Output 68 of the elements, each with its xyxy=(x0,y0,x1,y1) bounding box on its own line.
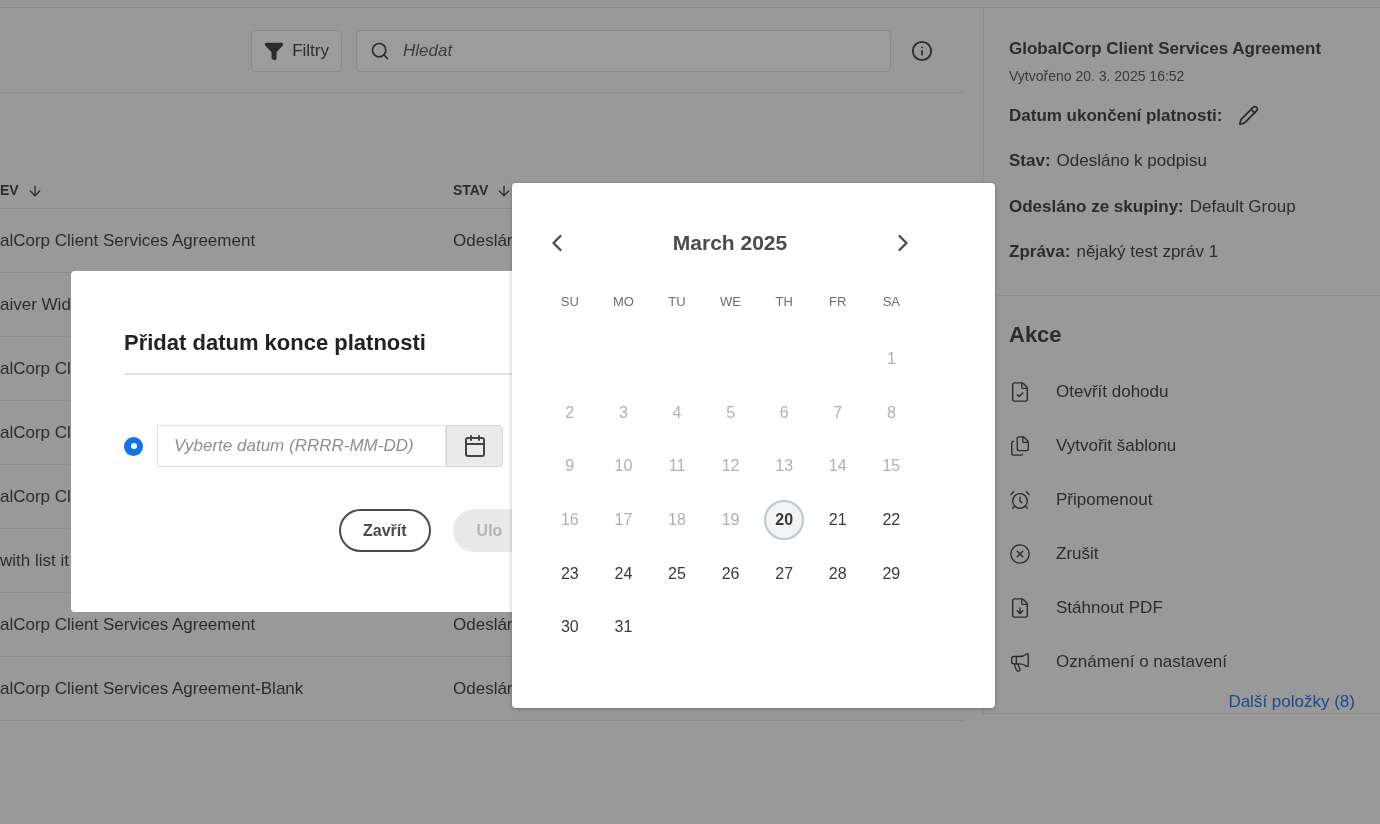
weekday-label: SU xyxy=(560,292,579,311)
field-value: Odesláno k podpisu xyxy=(1056,150,1207,172)
info-icon[interactable] xyxy=(911,40,933,62)
day-cell[interactable]: 27 xyxy=(764,553,805,594)
edit-icon[interactable] xyxy=(1238,104,1260,126)
field-label: Stav: xyxy=(1009,150,1051,172)
column-header[interactable]: STAV xyxy=(453,180,489,201)
field-label: Zpráva: xyxy=(1009,241,1071,263)
section-title: Akce xyxy=(1009,320,1063,349)
table-cell-text: Odeslán xyxy=(453,229,517,252)
table-cell: alCorp Cl xyxy=(0,486,71,506)
weekday-label: MO xyxy=(612,292,634,311)
day-cell[interactable]: 24 xyxy=(603,553,644,594)
agreement-title: GlobalCorp Client Services Agreement xyxy=(1009,38,1323,60)
document-check-icon xyxy=(1009,380,1031,403)
table-cell: alCorp Client Services Agreement xyxy=(0,230,256,250)
alarm-clock-icon xyxy=(1009,488,1031,511)
table-cell: alCorp Client Services Agreement xyxy=(0,614,256,634)
table-cell: alCorp Cl xyxy=(0,358,71,378)
day-cell[interactable]: 29 xyxy=(871,553,912,594)
table-cell-text: Odeslár xyxy=(453,677,513,700)
dialog-title: Přidat datum konce platnosti xyxy=(124,329,427,357)
expiry-label: Datum ukončení platnosti: xyxy=(1009,104,1223,127)
weekday-label: WE xyxy=(720,292,742,311)
day-cell[interactable]: 21 xyxy=(817,500,858,541)
field-value: Default Group xyxy=(1189,195,1296,218)
search-icon xyxy=(370,41,390,61)
created-date: Vytvořeno 20. 3. 2025 16:52 xyxy=(1009,66,1186,86)
action-link[interactable]: Zrušit xyxy=(1056,540,1099,567)
table-cell: alCorp Cl xyxy=(0,422,71,442)
action-link[interactable]: Oznámení o nastavení xyxy=(1056,648,1228,675)
weekday-label: SA xyxy=(882,292,901,311)
day-cell[interactable]: 23 xyxy=(549,553,590,594)
table-cell: with list it xyxy=(0,550,69,570)
day-cell[interactable]: 30 xyxy=(549,607,590,648)
field-label: Odesláno ze skupiny: xyxy=(1009,195,1184,218)
calendar-icon xyxy=(462,434,487,458)
filter-button[interactable]: Filtry xyxy=(251,30,342,72)
documents-icon xyxy=(1009,434,1031,457)
weekday-label: FR xyxy=(829,292,847,311)
month-title: March 2025 xyxy=(672,230,788,256)
cancel-icon xyxy=(1009,542,1031,565)
action-link[interactable]: Vytvořit šablonu xyxy=(1056,432,1177,459)
table-cell: alCorp Client Services Agreement-Blank xyxy=(0,678,304,698)
table-cell: aiver Wid xyxy=(0,294,71,314)
day-cell[interactable]: 22 xyxy=(871,500,912,541)
table-cell-text: Odeslár xyxy=(453,613,513,636)
day-cell[interactable]: 28 xyxy=(817,553,858,594)
megaphone-icon xyxy=(1009,650,1031,673)
file-download-icon xyxy=(1009,596,1031,619)
weekday-label: TH xyxy=(775,292,793,311)
day-cell[interactable]: 26 xyxy=(710,553,751,594)
date-field[interactable]: Vyberte datum (RRRR-MM-DD) xyxy=(157,425,446,467)
calendar-button[interactable] xyxy=(446,425,503,467)
action-link[interactable]: Připomenout xyxy=(1056,486,1153,513)
weekday-label: TU xyxy=(668,292,686,311)
field-value: nějaký test zpráv 1 xyxy=(1076,241,1219,263)
close-button[interactable]: Zavřít xyxy=(339,509,431,552)
more-items-link[interactable]: Další položky (8) xyxy=(1228,688,1355,714)
radio-button[interactable] xyxy=(124,436,143,456)
search-field[interactable]: Hledat xyxy=(356,30,891,72)
action-link[interactable]: Stáhnout PDF xyxy=(1056,594,1163,621)
day-cell[interactable]: 25 xyxy=(657,553,697,594)
column-header[interactable]: EV xyxy=(0,180,19,201)
day-cell[interactable]: 20 xyxy=(764,500,805,541)
action-link[interactable]: Otevřít dohodu xyxy=(1056,378,1169,405)
filter-icon xyxy=(264,41,285,61)
day-cell[interactable]: 31 xyxy=(603,607,644,648)
